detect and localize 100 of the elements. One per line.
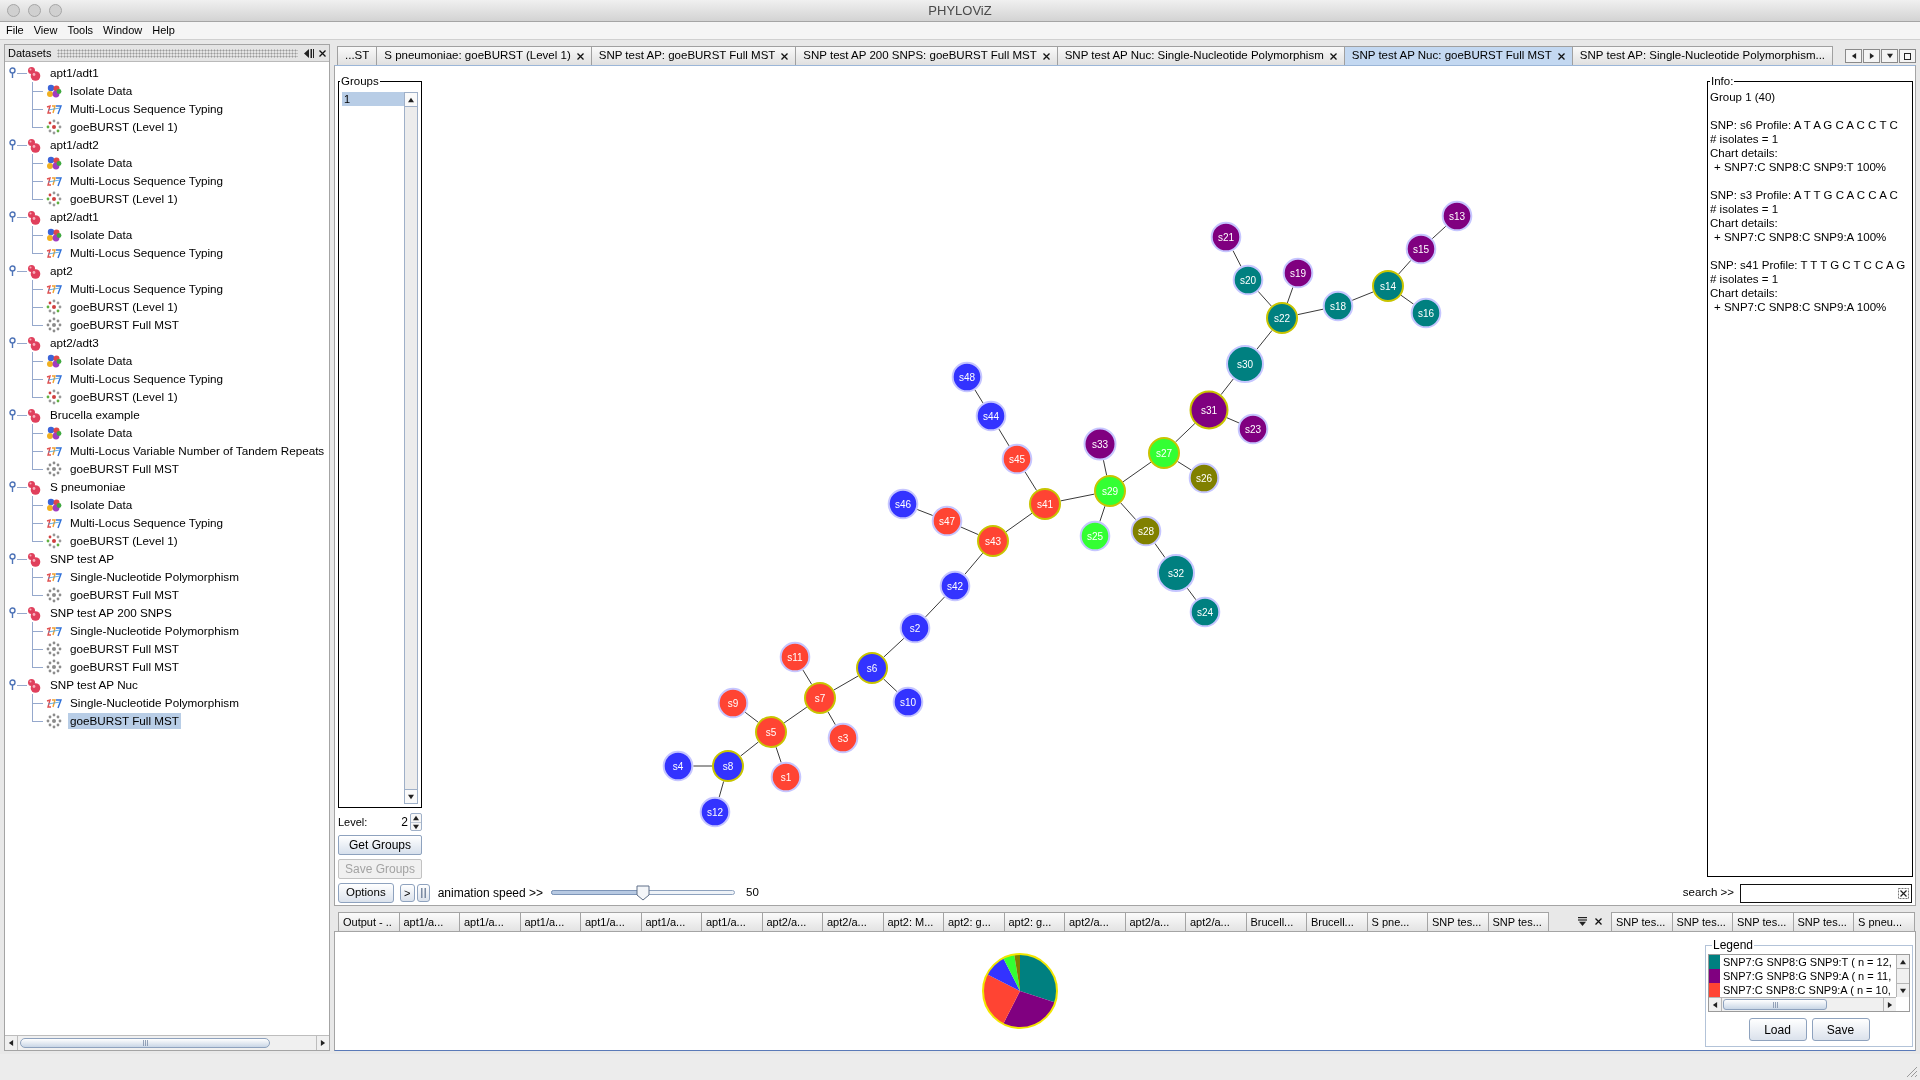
tree-item[interactable]: Multi-Locus Sequence Typing xyxy=(68,515,226,531)
clear-icon[interactable] xyxy=(1898,887,1909,899)
output-tab[interactable]: apt2: g... xyxy=(1003,912,1065,931)
tab[interactable]: ...ST xyxy=(337,46,378,65)
level-spinner[interactable] xyxy=(410,813,422,832)
output-tab[interactable]: apt1/a... xyxy=(640,912,702,931)
pause-button[interactable] xyxy=(416,884,430,902)
level-field[interactable]: 2 xyxy=(401,813,410,832)
output-tab[interactable]: SNP tes... xyxy=(1427,912,1489,931)
tree-item[interactable]: Brucella example xyxy=(48,407,142,423)
tree-item[interactable]: apt1/adt2 xyxy=(48,137,101,153)
tab-scroll-left-button[interactable] xyxy=(1845,49,1862,63)
play-button[interactable]: > xyxy=(399,884,415,902)
tree-item[interactable]: goeBURST Full MST xyxy=(68,587,181,603)
tree-item[interactable]: goeBURST Full MST xyxy=(68,317,181,333)
tree-item[interactable]: Isolate Data xyxy=(68,155,135,171)
tree-item[interactable]: Multi-Locus Sequence Typing xyxy=(68,371,226,387)
expander-icon[interactable] xyxy=(8,679,17,691)
tree-item[interactable]: Multi-Locus Sequence Typing xyxy=(68,245,226,261)
tree-item[interactable]: goeBURST (Level 1) xyxy=(68,299,180,315)
tree-item[interactable]: Single-Nucleotide Polymorphism xyxy=(68,695,241,711)
tree-item[interactable]: Multi-Locus Sequence Typing xyxy=(68,173,226,189)
tree-item[interactable]: goeBURST Full MST xyxy=(68,659,181,675)
tree-item[interactable]: apt2 xyxy=(48,263,75,279)
tree-item[interactable]: goeBURST (Level 1) xyxy=(68,191,180,207)
tree-item[interactable]: Single-Nucleotide Polymorphism xyxy=(68,569,241,585)
drag-grip[interactable] xyxy=(57,48,298,58)
output-tab[interactable]: apt2/a... xyxy=(1185,912,1247,931)
list-menu-icon[interactable] xyxy=(1578,917,1587,926)
horizontal-scrollbar[interactable] xyxy=(1709,997,1896,1011)
legend-action-button[interactable]: Load xyxy=(1748,1018,1807,1041)
tree-item[interactable]: Isolate Data xyxy=(68,227,135,243)
horizontal-scrollbar[interactable] xyxy=(5,1035,329,1050)
output-tab[interactable]: apt1/a... xyxy=(701,912,763,931)
close-icon[interactable] xyxy=(1042,52,1050,60)
tab[interactable]: SNP test AP 200 SNPS: goeBURST Full MST xyxy=(795,46,1058,65)
vertical-scrollbar[interactable] xyxy=(1896,955,1909,997)
tree-item[interactable]: apt2/adt3 xyxy=(48,335,101,351)
tab-list-button[interactable] xyxy=(1881,49,1898,63)
tree-item[interactable]: goeBURST (Level 1) xyxy=(68,533,180,549)
search-field[interactable] xyxy=(1740,883,1912,903)
output-tab[interactable]: S pne... xyxy=(1366,912,1428,931)
output-tab[interactable]: apt2: g... xyxy=(943,912,1005,931)
expander-icon[interactable] xyxy=(8,265,17,277)
tree-item[interactable]: Single-Nucleotide Polymorphism xyxy=(68,623,241,639)
menu-item[interactable]: Help xyxy=(147,22,180,39)
tree-item[interactable]: goeBURST Full MST xyxy=(68,461,181,477)
tree-item[interactable]: Multi-Locus Variable Number of Tandem Repeats xyxy=(68,443,327,459)
options-button[interactable]: Options xyxy=(338,883,394,903)
output-tab[interactable]: apt1/a... xyxy=(459,912,521,931)
output-tab[interactable]: SNP tes... xyxy=(1487,912,1549,931)
legend-action-button[interactable]: Save xyxy=(1811,1018,1870,1041)
close-icon[interactable] xyxy=(1557,52,1565,60)
slider-thumb[interactable] xyxy=(636,885,651,901)
vertical-scrollbar[interactable] xyxy=(404,92,418,805)
expander-icon[interactable] xyxy=(8,481,17,493)
scroll-down-button[interactable] xyxy=(405,789,417,804)
tab[interactable]: SNP test AP Nuc: Single-Nucleotide Polymorphism xyxy=(1056,46,1345,65)
group-action-button[interactable]: Get Groups xyxy=(338,835,422,856)
output-tab[interactable]: SNP tes... xyxy=(1792,912,1854,931)
scrollbar-thumb[interactable] xyxy=(20,1038,270,1048)
output-tab[interactable]: Brucell... xyxy=(1306,912,1368,931)
tree-item[interactable]: Isolate Data xyxy=(68,497,135,513)
tab[interactable]: SNP test AP: Single-Nucleotide Polymorphism... xyxy=(1571,46,1834,65)
output-tab[interactable]: apt1/a... xyxy=(580,912,642,931)
tree-item[interactable]: SNP test AP Nuc xyxy=(48,677,140,693)
expander-icon[interactable] xyxy=(8,337,17,349)
tree-item[interactable]: Isolate Data xyxy=(68,83,135,99)
output-tab[interactable]: apt2: M... xyxy=(882,912,944,931)
expander-icon[interactable] xyxy=(8,607,17,619)
tree-item[interactable]: S pneumoniae xyxy=(48,479,128,495)
close-icon[interactable] xyxy=(1329,52,1337,60)
collapse-icon[interactable] xyxy=(304,48,314,58)
scrollbar-thumb[interactable] xyxy=(1723,999,1827,1010)
speed-slider[interactable] xyxy=(551,885,736,901)
expander-icon[interactable] xyxy=(8,211,17,223)
tree-item[interactable]: Isolate Data xyxy=(68,353,135,369)
expander-icon[interactable] xyxy=(8,67,17,79)
tab[interactable]: SNP test AP: goeBURST Full MST xyxy=(590,46,797,65)
close-icon[interactable] xyxy=(319,49,326,57)
tab[interactable]: SNP test AP Nuc: goeBURST Full MST xyxy=(1343,46,1573,65)
output-tab[interactable]: SNP tes... xyxy=(1732,912,1794,931)
output-tab[interactable]: apt2/a... xyxy=(822,912,884,931)
menu-item[interactable]: File xyxy=(1,22,29,39)
output-tab[interactable]: apt2/a... xyxy=(1124,912,1186,931)
output-tab[interactable]: apt2/a... xyxy=(1064,912,1126,931)
expander-icon[interactable] xyxy=(8,553,17,565)
output-tab[interactable]: apt1/a... xyxy=(398,912,460,931)
close-icon[interactable] xyxy=(576,52,584,60)
list-item[interactable]: 1 xyxy=(342,92,404,107)
resize-grip-icon[interactable] xyxy=(1906,1066,1918,1078)
tree-item[interactable]: goeBURST (Level 1) xyxy=(68,119,180,135)
tree-item[interactable]: SNP test AP xyxy=(48,551,117,567)
tree-item[interactable]: Multi-Locus Sequence Typing xyxy=(68,101,226,117)
output-tab[interactable]: apt2/a... xyxy=(761,912,823,931)
output-tab[interactable]: Output - .. xyxy=(338,912,400,931)
menu-item[interactable]: Tools xyxy=(62,22,99,39)
output-tab[interactable]: Brucell... xyxy=(1245,912,1307,931)
close-icon[interactable] xyxy=(781,52,789,60)
tab-scroll-right-button[interactable] xyxy=(1863,49,1880,63)
